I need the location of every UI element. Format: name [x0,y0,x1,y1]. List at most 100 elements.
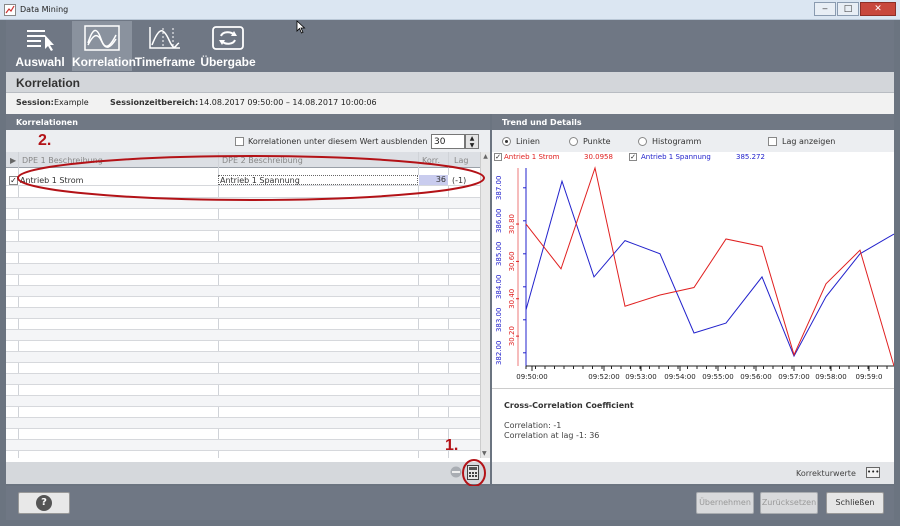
table-row-empty [6,264,480,275]
legend-spannung-value: 385.272 [736,153,765,161]
table-row-empty [6,330,480,341]
trend-heading: Trend und Details [492,114,894,130]
trend-panel: Linien Punkte Histogramm Lag anzeigen ✓ … [492,130,895,462]
table-row-empty [6,242,480,253]
page-title: Korrelation [16,76,81,90]
mode-linien-radio[interactable] [502,137,511,146]
hide-below-label: Korrelationen unter diesem Wert ausblend… [248,137,428,146]
x-tick-label: 09:59:0 [856,373,883,381]
calculator-highlight-annotation [462,459,486,487]
close-icon[interactable]: ✕ [860,2,896,16]
y-left-tick-label: 382.00 [495,341,503,366]
session-value: Example [54,98,89,107]
y-right-tick-label: 30.40 [508,289,516,309]
table-row-empty [6,451,480,458]
mode-punkte-radio[interactable] [569,137,578,146]
y-left-tick-label: 385.00 [495,242,503,266]
table-row-empty [6,253,480,264]
y-right-tick-label: 30.60 [508,251,516,271]
table-row-empty [6,385,480,396]
mode-linien-label: Linien [516,137,540,146]
minimize-icon[interactable]: ‒ [814,2,836,16]
x-tick-label: 09:57:00 [778,373,809,381]
y-left-tick-label: 387.00 [495,176,503,201]
annotation-2: 2. [38,132,52,149]
help-icon: ? [36,495,52,511]
scroll-down-icon[interactable]: ▼ [482,450,487,457]
korrekturwerte-label: Korrekturwerte [796,469,856,478]
maximize-icon[interactable]: □ [837,2,859,16]
lag-anzeigen-label: Lag anzeigen [782,137,836,146]
annotation-1: 1. [445,437,459,454]
x-tick-label: 09:53:00 [625,373,656,381]
table-row-empty [6,418,480,429]
mouse-cursor-icon [296,20,306,34]
legend-spannung-name: Antrieb 1 Spannung [641,153,711,161]
page-header: Korrelation [6,72,894,93]
table-row-empty [6,341,480,352]
toolbar-uebergabe-label: Übergabe [200,55,256,69]
x-tick-label: 09:55:00 [702,373,733,381]
korrelationen-heading: Korrelationen [6,114,490,130]
table-row-empty [6,231,480,242]
x-tick-label: 09:56:00 [740,373,771,381]
correlations-panel: Korrelationen unter diesem Wert ausblend… [6,130,490,462]
table-row-empty [6,319,480,330]
y-left-tick-label: 383.00 [495,308,503,333]
legend-strom-name: Antrieb 1 Strom [504,153,560,161]
legend-spannung-checkbox[interactable]: ✓ [629,153,637,161]
x-tick-label: 09:52:00 [588,373,619,381]
x-tick-label: 09:54:00 [664,373,695,381]
data-mining-app-icon [4,4,16,16]
apply-button[interactable]: Übernehmen [696,492,754,514]
highlight-ellipse-annotation [17,155,485,201]
toolbar-timeframe-label: Timeframe [134,55,196,69]
table-row-empty [6,374,480,385]
hide-below-checkbox[interactable] [235,137,244,146]
chart-mode-bar: Linien Punkte Histogramm Lag anzeigen [492,130,894,152]
details-line-correlation: Correlation: -1 [504,421,562,430]
lag-anzeigen-checkbox[interactable] [768,137,777,146]
toolbar-korrelation-label: Korrelation [72,55,137,69]
bottom-bar: ? Übernehmen Zurücksetzen Schließen [6,486,894,520]
korrekturwerte-more-button[interactable]: ••• [866,467,880,478]
toolbar-korrelation-button[interactable]: Korrelation [72,21,137,71]
details-title: Cross-Correlation Coefficient [504,401,634,410]
table-row-empty [6,297,480,308]
table-row-empty [6,308,480,319]
toolbar-auswahl-button[interactable]: Auswahl [10,21,70,71]
details-line-lag: Correlation at lag -1: 36 [504,431,600,440]
trend-footer: Korrekturwerte ••• [492,462,894,484]
y-right-tick-label: 30.80 [508,214,516,234]
y-right-tick-label: 30.20 [508,326,516,346]
main-toolbar: Auswahl Korrelation Timeframe Übergabe [6,20,894,72]
table-row-empty [6,407,480,418]
transfer-icon [212,26,244,50]
table-footer [6,459,490,487]
mode-histogramm-label: Histogramm [652,137,702,146]
plot-area [526,168,894,366]
toolbar-auswahl-label: Auswahl [15,55,65,69]
help-button[interactable]: ? [18,492,70,514]
x-tick-label: 09:58:00 [815,373,846,381]
toolbar-uebergabe-button[interactable]: Übergabe [198,21,258,71]
filter-bar: Korrelationen unter diesem Wert ausblend… [6,130,490,152]
table-row-empty [6,286,480,297]
reset-button[interactable]: Zurücksetzen [760,492,818,514]
window-title: Data Mining [20,5,69,14]
mode-histogramm-radio[interactable] [638,137,647,146]
trend-chart-svg: 382.00 383.00 384.00 385.00 386.00 387.00 30.2… [495,166,895,381]
table-row-empty [6,220,480,231]
threshold-input[interactable]: 30 [431,134,465,149]
legend-strom-checkbox[interactable]: ✓ [494,153,502,161]
table-row-empty [6,209,480,220]
mode-punkte-label: Punkte [583,137,611,146]
toolbar-timeframe-button[interactable]: Timeframe [134,21,196,71]
close-button[interactable]: Schließen [826,492,884,514]
table-row-empty [6,440,480,451]
legend-strom-value: 30.0958 [584,153,613,161]
threshold-stepper[interactable]: ▲ ▼ [465,134,479,149]
table-row-empty [6,352,480,363]
trend-chart[interactable]: 382.00 383.00 384.00 385.00 386.00 387.00 30.2… [492,164,895,386]
y-left-tick-label: 386.00 [495,209,503,234]
